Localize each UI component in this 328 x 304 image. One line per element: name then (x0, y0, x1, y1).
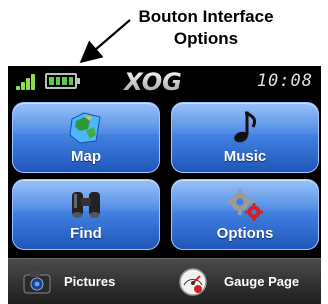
device-screen: XOG 10:08 Map Music Find Options Picture… (8, 66, 321, 304)
brand-logo: XOG (122, 69, 182, 93)
options-button[interactable]: Options (171, 179, 319, 250)
signal-strength-icon (16, 72, 40, 90)
camera-icon (23, 271, 51, 294)
map-label: Map (71, 148, 101, 165)
annotation-line-2: Options (173, 29, 239, 48)
music-label: Music (223, 148, 267, 165)
pictures-label: Pictures (64, 274, 116, 289)
gauge-page-label: Gauge Page (224, 274, 300, 289)
battery-icon (45, 73, 80, 89)
find-button[interactable]: Find (12, 179, 160, 250)
binoculars-icon (72, 192, 100, 218)
annotation-caption: Bouton Interface Options (108, 6, 304, 50)
options-label: Options (216, 225, 274, 242)
map-icon (69, 112, 101, 144)
pictures-button[interactable]: Pictures (8, 259, 148, 304)
music-button[interactable]: Music (171, 102, 319, 173)
gauge-icon (179, 268, 207, 296)
annotation-arrow-icon (79, 19, 131, 64)
status-bar: XOG 10:08 (8, 66, 321, 96)
clock: 10:08 (256, 71, 313, 91)
gears-icon (227, 189, 263, 221)
brand-text: XOG (122, 69, 182, 93)
map-button[interactable]: Map (12, 102, 160, 173)
find-label: Find (70, 225, 102, 242)
music-note-icon (234, 111, 257, 143)
annotation-line-1: Bouton Interface (138, 7, 274, 26)
bottom-bar: Pictures Gauge Page (8, 258, 321, 304)
gauge-page-button[interactable]: Gauge Page (170, 259, 320, 304)
